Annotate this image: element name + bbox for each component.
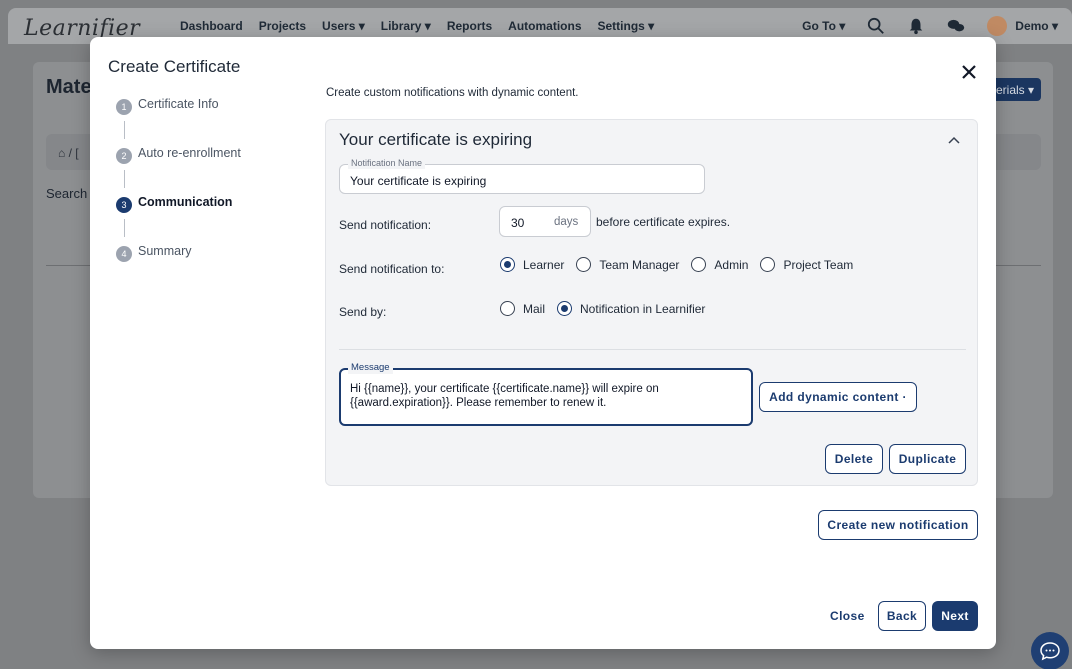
radio-circle bbox=[760, 257, 776, 272]
goto-menu[interactable]: Go To ▾ bbox=[802, 19, 845, 33]
radio-notification-in-learnifier[interactable]: Notification in Learnifier bbox=[557, 301, 705, 316]
user-menu[interactable]: Demo ▾ bbox=[987, 16, 1058, 36]
nav-dashboard[interactable]: Dashboard bbox=[180, 19, 243, 33]
notification-title: Your certificate is expiring bbox=[339, 130, 533, 149]
modal-title: Create Certificate bbox=[108, 57, 241, 76]
radio-circle bbox=[576, 257, 592, 272]
radio-circle bbox=[500, 257, 515, 272]
close-button[interactable]: Close bbox=[830, 609, 865, 623]
radio-admin[interactable]: Admin bbox=[691, 257, 748, 272]
step-number: 4 bbox=[116, 246, 132, 262]
step-connector bbox=[123, 170, 125, 188]
message-text: Hi {{name}}, your certificate {{certific… bbox=[350, 383, 659, 409]
avatar bbox=[987, 16, 1008, 36]
step-number: 2 bbox=[116, 148, 132, 164]
radio-label: Notification in Learnifier bbox=[580, 301, 706, 316]
user-name: Demo ▾ bbox=[1015, 19, 1058, 33]
next-button[interactable]: Next bbox=[932, 601, 978, 631]
radio-team-manager[interactable]: Team Manager bbox=[576, 257, 679, 272]
step-label: Summary bbox=[138, 244, 192, 258]
message-legend: Message bbox=[348, 362, 393, 374]
radio-label: Learner bbox=[523, 257, 565, 272]
nav-library[interactable]: Library ▾ bbox=[381, 19, 431, 33]
notification-name-legend: Notification Name bbox=[348, 158, 426, 169]
support-chat-button[interactable] bbox=[1031, 632, 1069, 669]
days-suffix: before certificate expires. bbox=[596, 215, 731, 229]
step-connector bbox=[123, 219, 125, 237]
radio-label: Team Manager bbox=[599, 257, 680, 272]
step-auto-reenrollment[interactable]: 2 Auto re-enrollment bbox=[116, 146, 241, 195]
close-icon[interactable] bbox=[958, 61, 980, 83]
duplicate-button[interactable]: Duplicate bbox=[889, 444, 966, 474]
send-to-label: Send notification to: bbox=[339, 262, 445, 276]
step-label: Certificate Info bbox=[138, 97, 219, 111]
step-summary[interactable]: 4 Summary bbox=[116, 244, 241, 293]
notification-name-field[interactable]: Notification Name Your certificate is ex… bbox=[339, 158, 705, 194]
days-input[interactable]: 30 days bbox=[499, 206, 591, 237]
step-certificate-info[interactable]: 1 Certificate Info bbox=[116, 97, 241, 146]
notification-name-value: Your certificate is expiring bbox=[350, 174, 487, 188]
nav-automations[interactable]: Automations bbox=[508, 19, 581, 33]
bell-icon[interactable] bbox=[907, 17, 925, 35]
radio-learner[interactable]: Learner bbox=[500, 257, 564, 272]
breadcrumb-home[interactable]: ⌂ / [ bbox=[58, 146, 79, 160]
nav-settings[interactable]: Settings ▾ bbox=[598, 19, 655, 33]
nav-reports[interactable]: Reports bbox=[447, 19, 492, 33]
chat-bubble-icon bbox=[1040, 642, 1060, 661]
radio-project-team[interactable]: Project Team bbox=[760, 257, 853, 272]
radio-circle bbox=[691, 257, 707, 272]
radio-label: Admin bbox=[714, 257, 749, 272]
step-number: 3 bbox=[116, 197, 132, 213]
create-certificate-modal: Create Certificate 1 Certificate Info 2 … bbox=[90, 37, 996, 649]
radio-circle bbox=[500, 301, 515, 316]
message-textarea[interactable]: Message Hi {{name}}, your certificate {{… bbox=[339, 362, 753, 426]
search-label: Search bbox=[46, 186, 88, 201]
search-icon[interactable] bbox=[867, 17, 885, 35]
section-divider bbox=[339, 349, 966, 350]
send-by-radio-group: Mail Notification in Learnifier bbox=[500, 301, 717, 316]
recipient-radio-group: Learner Team Manager Admin Project Team bbox=[500, 257, 865, 272]
chevron-up-icon[interactable] bbox=[946, 132, 962, 148]
radio-label: Project Team bbox=[783, 257, 854, 272]
nav-projects[interactable]: Projects bbox=[259, 19, 306, 33]
step-connector bbox=[123, 121, 125, 139]
step-label: Communication bbox=[138, 195, 233, 209]
intro-text: Create custom notifications with dynamic… bbox=[326, 87, 579, 99]
radio-label: Mail bbox=[523, 301, 546, 316]
page-title: Mate bbox=[46, 76, 92, 98]
create-new-notification-button[interactable]: Create new notification bbox=[818, 510, 978, 540]
nav-users[interactable]: Users ▾ bbox=[322, 19, 365, 33]
send-by-label: Send by: bbox=[339, 305, 387, 319]
stepper: 1 Certificate Info 2 Auto re-enrollment … bbox=[116, 97, 241, 293]
radio-mail[interactable]: Mail bbox=[500, 301, 545, 316]
nav-right-group: Go To ▾ Demo ▾ bbox=[802, 16, 1058, 36]
days-value: 30 bbox=[511, 216, 525, 230]
materials-button[interactable]: erials ▾ bbox=[990, 78, 1041, 101]
step-number: 1 bbox=[116, 99, 132, 115]
step-label: Auto re-enrollment bbox=[138, 146, 241, 160]
radio-circle bbox=[557, 301, 573, 316]
send-notification-label: Send notification: bbox=[339, 218, 432, 232]
chat-icon[interactable] bbox=[947, 17, 965, 35]
back-button[interactable]: Back bbox=[878, 601, 926, 631]
step-communication[interactable]: 3 Communication bbox=[116, 195, 241, 244]
notification-panel: Your certificate is expiring Notificatio… bbox=[325, 119, 978, 486]
add-dynamic-content-button[interactable]: Add dynamic content · bbox=[759, 382, 917, 412]
days-unit: days bbox=[554, 216, 579, 228]
delete-button[interactable]: Delete bbox=[825, 444, 883, 474]
main-nav: Dashboard Projects Users ▾ Library ▾ Rep… bbox=[180, 19, 654, 33]
